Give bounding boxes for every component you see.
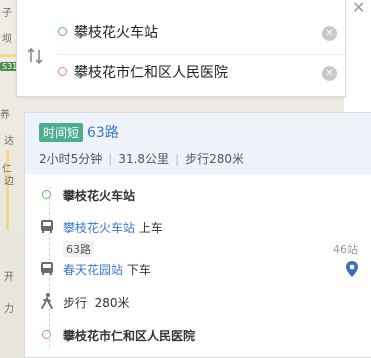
board-action: 上车 — [138, 221, 163, 235]
end-dot-icon — [42, 330, 51, 339]
route-distance: 31.8公里 — [118, 152, 170, 166]
route-search-card: 攀枝花火车站 ✕ 攀枝花市仁和区人民医院 ✕ — [16, 0, 346, 97]
destination-field[interactable]: 攀枝花市仁和区人民医院 ✕ — [57, 56, 345, 94]
alight-info: 春天花园站 下车 — [63, 261, 151, 278]
board-stop-link[interactable]: 攀枝花火车站 — [63, 221, 135, 235]
close-icon[interactable]: ✕ — [352, 0, 365, 17]
map-label: 坝 — [2, 34, 12, 45]
destination-text[interactable]: 攀枝花市仁和区人民医院 — [74, 62, 228, 82]
map-pin-icon[interactable] — [346, 261, 358, 277]
start-dot-icon — [42, 190, 51, 199]
map-label: 子 — [2, 8, 12, 19]
route-duration: 2小时5分钟 — [39, 152, 103, 166]
walk-icon — [41, 293, 53, 309]
route-walk: 步行280米 — [185, 152, 245, 166]
route-summary[interactable]: 时间短 63路 2小时5分钟 | 31.8公里 | 步行280米 — [25, 113, 371, 174]
swap-icon[interactable] — [27, 47, 43, 65]
bus-line-badge[interactable]: 63路 — [63, 241, 94, 257]
destination-dot-icon — [58, 67, 67, 76]
step-walk: 步行 280米 — [25, 293, 371, 313]
station-count[interactable]: 46站 — [333, 241, 358, 257]
alight-stop-link[interactable]: 春天花园站 — [63, 263, 123, 277]
step-alight: 春天花园站 下车 — [25, 261, 371, 281]
step-end: 攀枝花市仁和区人民医院 — [25, 327, 371, 347]
end-stop: 攀枝花市仁和区人民医院 — [63, 329, 196, 343]
origin-text[interactable]: 攀枝花火车站 — [74, 22, 158, 42]
map-label: 养 — [0, 110, 10, 121]
map-road — [0, 54, 16, 57]
bus-icon — [41, 220, 53, 233]
clear-destination-icon[interactable]: ✕ — [322, 66, 337, 81]
start-stop: 攀枝花火车站 — [63, 189, 136, 203]
map-label: 开 — [4, 272, 14, 283]
route-result-panel: 时间短 63路 2小时5分钟 | 31.8公里 | 步行280米 攀枝花火车站 攀枝花火… — [24, 112, 371, 358]
map-label: 边 — [4, 176, 14, 187]
origin-field[interactable]: 攀枝花火车站 ✕ — [57, 16, 345, 55]
walk-info: 步行 280米 — [63, 294, 130, 311]
alight-action: 下车 — [126, 263, 151, 277]
route-meta: 2小时5分钟 | 31.8公里 | 步行280米 — [39, 152, 245, 166]
clear-origin-icon[interactable]: ✕ — [322, 26, 337, 41]
step-start: 攀枝花火车站 — [25, 187, 371, 207]
map-label: 达 — [4, 136, 14, 147]
fastest-tag: 时间短 — [39, 123, 84, 142]
step-board: 攀枝花火车站 上车 — [25, 219, 371, 239]
walk-distance: 280米 — [94, 296, 130, 310]
map-label: 力 — [4, 304, 14, 315]
origin-dot-icon — [58, 27, 67, 36]
board-info: 攀枝花火车站 上车 — [63, 219, 163, 236]
bus-line-title[interactable]: 63路 — [87, 122, 119, 142]
bus-icon — [41, 262, 53, 275]
walk-label: 步行 — [63, 296, 88, 310]
